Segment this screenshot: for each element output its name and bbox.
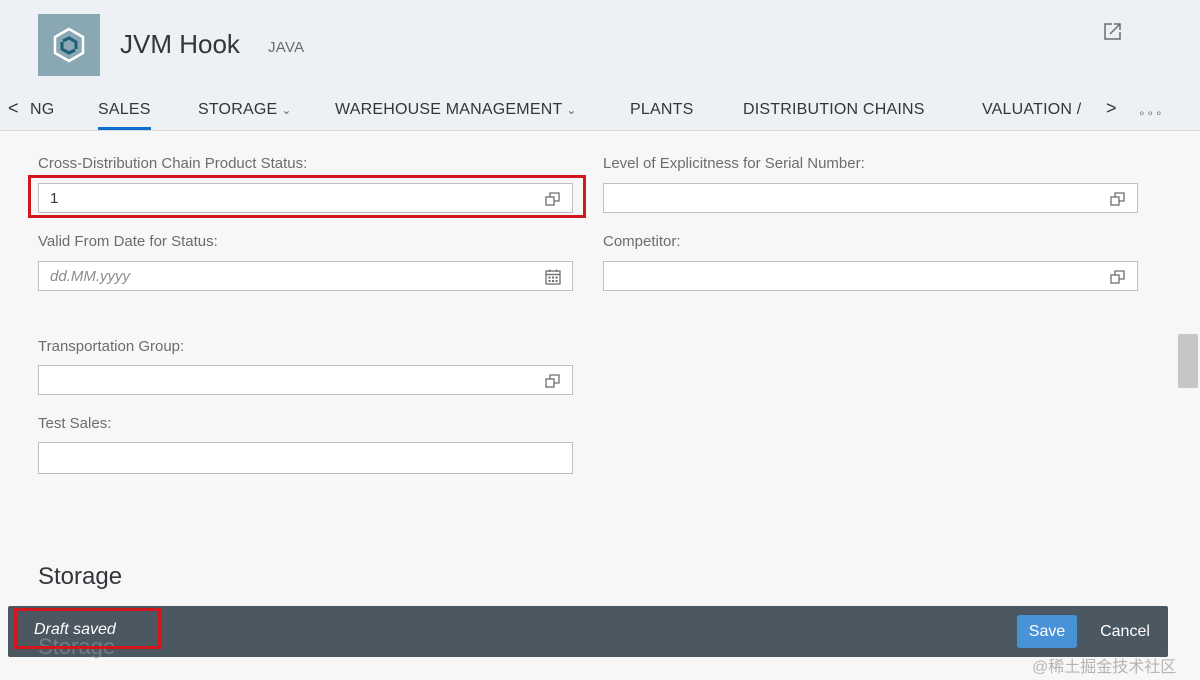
chevron-down-icon: ⌄ [566,103,577,117]
section-title-storage: Storage [38,563,123,590]
tab-warehouse-management[interactable]: WAREHOUSE MANAGEMENT ⌄ [335,101,577,119]
value-help-icon[interactable] [1109,190,1127,208]
transport-group-input[interactable] [38,365,573,395]
value-help-icon[interactable] [1109,268,1127,286]
valid-from-label: Valid From Date for Status: [38,233,218,250]
footer-toolbar: Draft saved Save Cancel [8,606,1168,657]
valid-from-placeholder: dd.MM.yyyy [50,268,131,285]
page-subtitle: JAVA [268,39,305,56]
chevron-down-icon: ⌄ [281,103,292,117]
serial-explicitness-input[interactable] [603,183,1138,213]
highlight-box [28,175,586,218]
tab-plants[interactable]: PLANTS [630,101,693,119]
object-page-header: JVM Hook JAVA < NG SALES STORAGE ⌄ WAREHO… [0,0,1200,131]
tab-scroll-right-icon[interactable]: > [1106,98,1117,119]
highlight-box [14,608,161,649]
tab-storage[interactable]: STORAGE ⌄ [198,101,292,119]
serial-explicitness-label: Level of Explicitness for Serial Number: [603,155,865,172]
tab-sales[interactable]: SALES [98,101,151,130]
test-sales-label: Test Sales: [38,415,112,432]
value-help-icon[interactable] [544,372,562,390]
tab-scroll-left-icon[interactable]: < [8,98,19,119]
cross-dist-status-label: Cross-Distribution Chain Product Status: [38,155,308,172]
page-title: JVM Hook [120,29,240,59]
competitor-label: Competitor: [603,233,681,250]
tab-warehouse-label: WAREHOUSE MANAGEMENT [335,101,563,118]
valid-from-date-input[interactable]: dd.MM.yyyy [38,261,573,291]
watermark-text: @稀土掘金技术社区 [1032,659,1177,676]
transport-group-label: Transportation Group: [38,338,185,355]
product-avatar [38,14,100,76]
product-cube-icon [53,27,85,63]
save-button[interactable]: Save [1017,615,1077,648]
scrollbar-thumb[interactable] [1178,334,1198,388]
cancel-button[interactable]: Cancel [1086,615,1164,648]
share-icon[interactable] [1102,20,1124,42]
test-sales-input[interactable] [38,442,573,474]
overflow-icon[interactable]: ∘∘∘ [1138,106,1164,120]
tab-bar: < NG SALES STORAGE ⌄ WAREHOUSE MANAGEMENT… [0,90,1200,130]
tab-storage-label: STORAGE [198,101,278,118]
competitor-input[interactable] [603,261,1138,291]
calendar-icon[interactable] [544,268,562,286]
tab-ng[interactable]: NG [30,101,54,119]
tab-distribution-chains[interactable]: DISTRIBUTION CHAINS [743,101,925,119]
tab-valuation[interactable]: VALUATION / [982,101,1081,119]
